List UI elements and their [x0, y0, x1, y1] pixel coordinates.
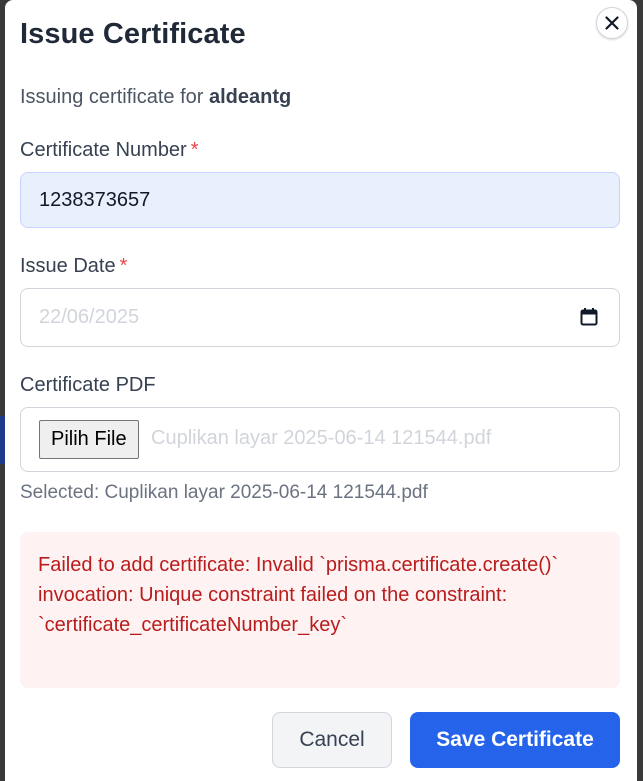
modal-title: Issue Certificate [20, 18, 246, 50]
issue-certificate-modal: Issue Certificate Issuing certificate fo… [5, 0, 637, 781]
issue-date-value: 22/06/2025 [39, 306, 140, 328]
calendar-icon[interactable] [579, 307, 599, 327]
certificate-number-input[interactable]: 1238373657 [20, 172, 620, 228]
issue-date-label: Issue Date * [20, 255, 127, 278]
modal-subtitle: Issuing certificate for aldeantg [20, 86, 291, 109]
required-mark: * [119, 255, 128, 277]
error-message: Failed to add certificate: Invalid `pris… [38, 554, 559, 636]
close-icon [605, 16, 619, 30]
choose-file-button[interactable]: Pilih File [39, 420, 139, 459]
close-button[interactable] [596, 7, 628, 39]
certificate-pdf-input: Pilih File Cuplikan layar 2025-06-14 121… [20, 407, 620, 472]
certificate-number-label: Certificate Number * [20, 139, 199, 162]
cancel-button[interactable]: Cancel [272, 712, 392, 768]
certificate-number-label-text: Certificate Number [20, 139, 187, 161]
issue-date-input[interactable]: 22/06/2025 [20, 288, 620, 347]
chosen-file-name: Cuplikan layar 2025-06-14 121544.pdf [151, 427, 492, 449]
required-mark: * [190, 139, 199, 161]
subtitle-prefix: Issuing certificate for [20, 86, 209, 108]
selected-file-text: Selected: Cuplikan layar 2025-06-14 1215… [20, 482, 428, 503]
subtitle-username: aldeantg [208, 86, 292, 108]
issue-date-label-text: Issue Date [20, 255, 116, 277]
save-certificate-button[interactable]: Save Certificate [410, 712, 620, 768]
error-alert: Failed to add certificate: Invalid `pris… [20, 532, 620, 688]
certificate-pdf-label: Certificate PDF [20, 374, 156, 396]
